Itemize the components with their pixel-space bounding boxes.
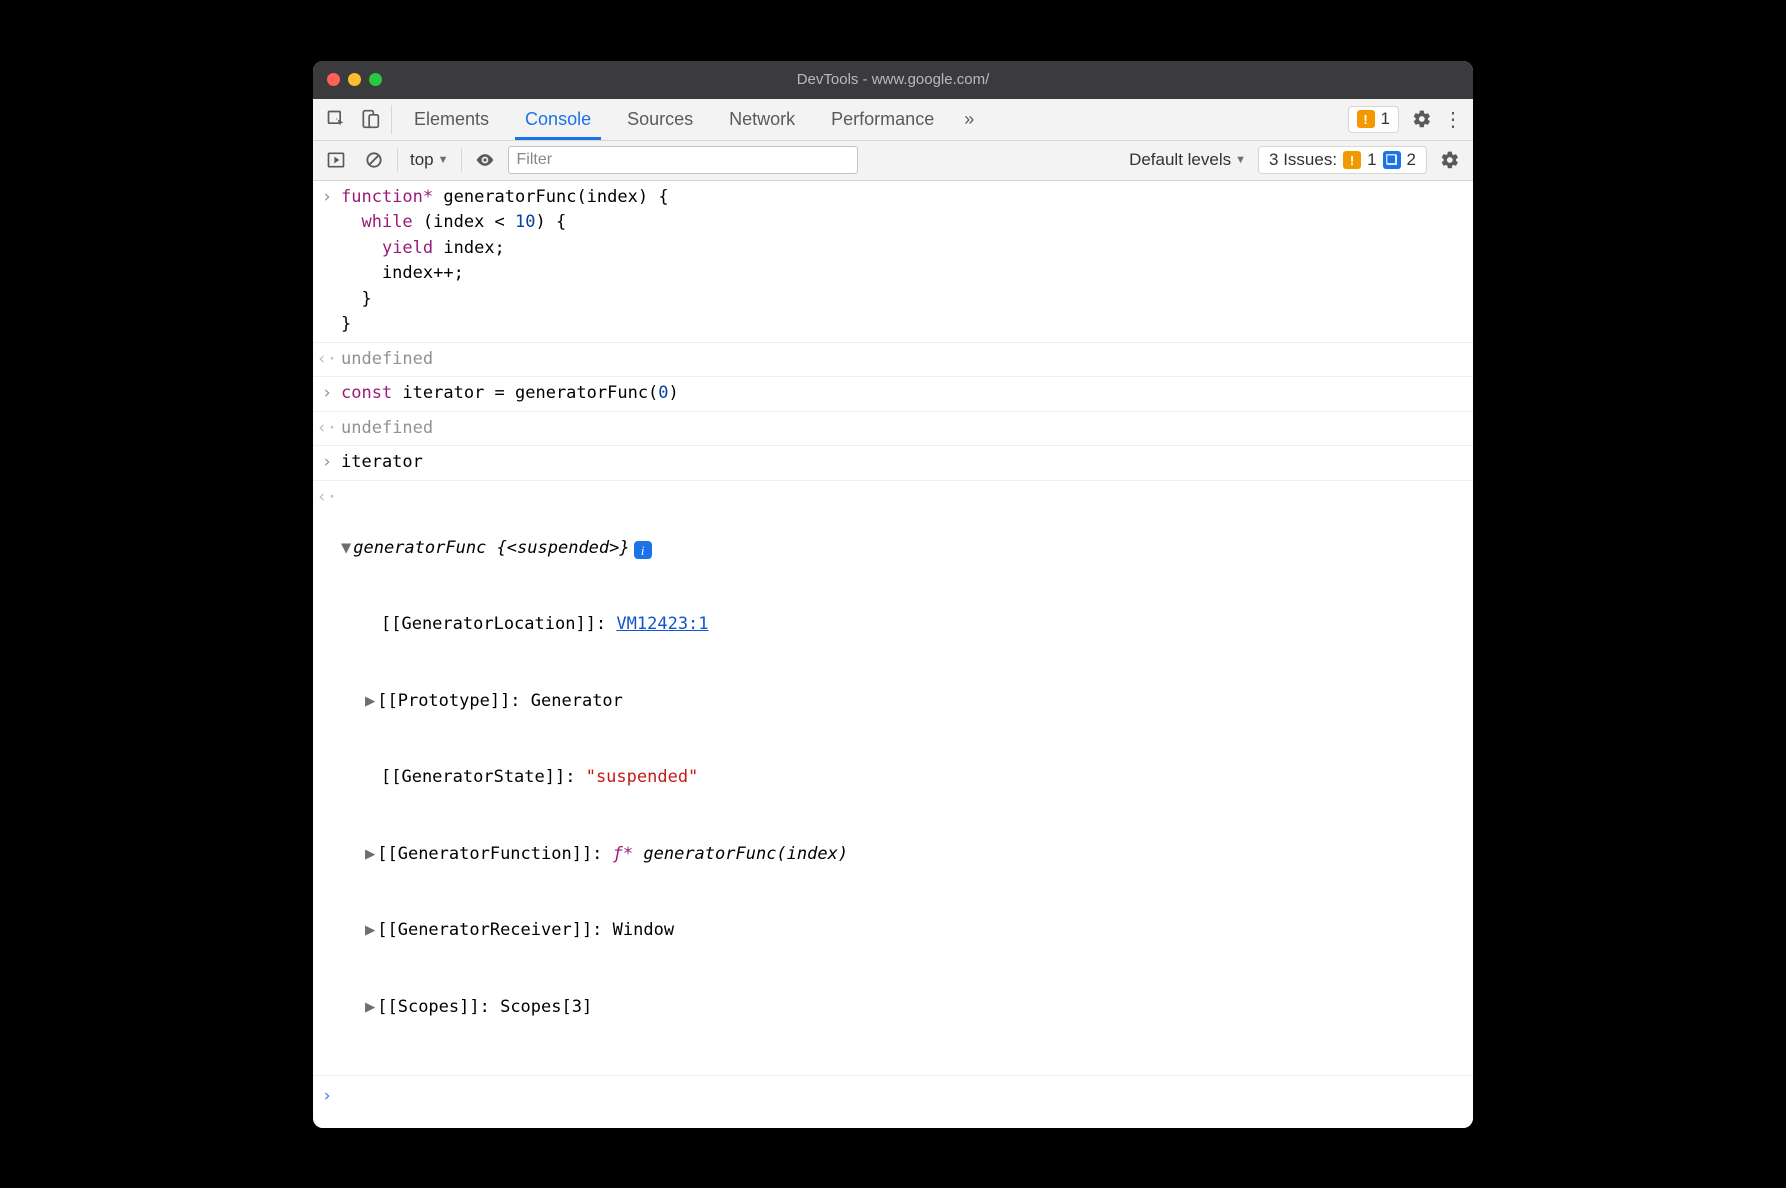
output-chevron-icon: ‹· xyxy=(313,483,341,1074)
object-state: {<suspended>} xyxy=(497,538,630,558)
output-value: undefined xyxy=(341,414,1473,444)
code-block: function* generatorFunc(index) { while (… xyxy=(341,183,1473,340)
divider xyxy=(391,105,392,134)
object-property[interactable]: [[GeneratorLocation]]: VM12423:1 xyxy=(341,612,1473,638)
info-icon[interactable]: i xyxy=(634,541,652,559)
tab-sources[interactable]: Sources xyxy=(609,99,711,140)
chevron-down-icon: ▼ xyxy=(438,154,449,166)
context-select[interactable]: top ▼ xyxy=(406,150,453,170)
object-property[interactable]: [[GeneratorState]]: "suspended" xyxy=(341,765,1473,791)
object-property[interactable]: ▶[[Scopes]]: Scopes[3] xyxy=(341,995,1473,1021)
toggle-sidebar-icon[interactable] xyxy=(321,145,351,175)
warnings-badge[interactable]: ! 1 xyxy=(1348,106,1399,133)
object-tree[interactable]: ▼generatorFunc {<suspended>}i [[Generato… xyxy=(341,483,1473,1074)
issues-badge[interactable]: 3 Issues: ! 1 ❑ 2 xyxy=(1258,146,1427,174)
code-block: iterator xyxy=(341,448,1473,478)
tab-performance[interactable]: Performance xyxy=(813,99,952,140)
console-input-row[interactable]: › function* generatorFunc(index) { while… xyxy=(313,181,1473,343)
output-chevron-icon: ‹· xyxy=(313,414,341,444)
log-level-label: Default levels xyxy=(1129,150,1231,170)
output-chevron-icon: ‹· xyxy=(313,345,341,375)
maximize-window-button[interactable] xyxy=(369,73,382,86)
console-toolbar: top ▼ Default levels ▼ 3 Issues: ! 1 ❑ 2 xyxy=(313,141,1473,181)
issues-info-count: 2 xyxy=(1407,150,1416,170)
object-name: generatorFunc xyxy=(353,538,486,558)
console-prompt-row[interactable]: › xyxy=(313,1075,1473,1128)
more-options-button[interactable]: ⋮ xyxy=(1439,99,1467,140)
prompt-input[interactable] xyxy=(341,1082,1473,1110)
console-input-row[interactable]: › iterator xyxy=(313,446,1473,481)
window-title: DevTools - www.google.com/ xyxy=(313,71,1473,88)
context-label: top xyxy=(410,150,434,170)
expand-toggle-icon[interactable]: ▶ xyxy=(365,842,375,868)
warnings-count: 1 xyxy=(1381,109,1390,129)
tab-network[interactable]: Network xyxy=(711,99,813,140)
issues-warn-count: 1 xyxy=(1367,150,1376,170)
settings-button[interactable] xyxy=(1405,99,1439,140)
source-link[interactable]: VM12423:1 xyxy=(616,614,708,634)
device-toolbar-icon[interactable] xyxy=(353,99,387,140)
log-level-select[interactable]: Default levels ▼ xyxy=(1125,150,1250,170)
console-output-row: ‹· undefined xyxy=(313,343,1473,378)
clear-console-icon[interactable] xyxy=(359,145,389,175)
input-chevron-icon: › xyxy=(313,183,341,340)
titlebar: DevTools - www.google.com/ xyxy=(313,61,1473,99)
close-window-button[interactable] xyxy=(327,73,340,86)
devtools-window: DevTools - www.google.com/ Elements Cons… xyxy=(313,61,1473,1128)
warning-icon: ! xyxy=(1357,110,1375,128)
code-block: const iterator = generatorFunc(0) xyxy=(341,379,1473,409)
output-value: undefined xyxy=(341,345,1473,375)
warning-icon: ! xyxy=(1343,151,1361,169)
issues-label: 3 Issues: xyxy=(1269,150,1337,170)
info-icon: ❑ xyxy=(1383,151,1401,169)
console-output-row: ‹· undefined xyxy=(313,412,1473,447)
expand-toggle-icon[interactable]: ▶ xyxy=(365,689,375,715)
console-input-row[interactable]: › const iterator = generatorFunc(0) xyxy=(313,377,1473,412)
minimize-window-button[interactable] xyxy=(348,73,361,86)
expand-toggle-icon[interactable]: ▼ xyxy=(341,536,351,562)
chevron-down-icon: ▼ xyxy=(1235,154,1246,166)
console-settings-button[interactable] xyxy=(1435,145,1465,175)
object-property[interactable]: ▶[[GeneratorReceiver]]: Window xyxy=(341,918,1473,944)
live-expression-icon[interactable] xyxy=(470,145,500,175)
expand-toggle-icon[interactable]: ▶ xyxy=(365,918,375,944)
tab-elements[interactable]: Elements xyxy=(396,99,507,140)
filter-input[interactable] xyxy=(508,146,858,174)
prompt-chevron-icon: › xyxy=(313,1082,341,1110)
divider xyxy=(461,148,462,172)
console-output-row: ‹· ▼generatorFunc {<suspended>}i [[Gener… xyxy=(313,481,1473,1076)
tab-console[interactable]: Console xyxy=(507,99,609,140)
console-body: › function* generatorFunc(index) { while… xyxy=(313,181,1473,1128)
inspect-element-icon[interactable] xyxy=(319,99,353,140)
divider xyxy=(397,148,398,172)
object-property[interactable]: ▶[[GeneratorFunction]]: ƒ* generatorFunc… xyxy=(341,842,1473,868)
input-chevron-icon: › xyxy=(313,448,341,478)
input-chevron-icon: › xyxy=(313,379,341,409)
traffic-lights xyxy=(327,73,382,86)
tabbar: Elements Console Sources Network Perform… xyxy=(313,99,1473,141)
more-tabs-button[interactable]: » xyxy=(952,99,986,140)
expand-toggle-icon[interactable]: ▶ xyxy=(365,995,375,1021)
object-property[interactable]: ▶[[Prototype]]: Generator xyxy=(341,689,1473,715)
